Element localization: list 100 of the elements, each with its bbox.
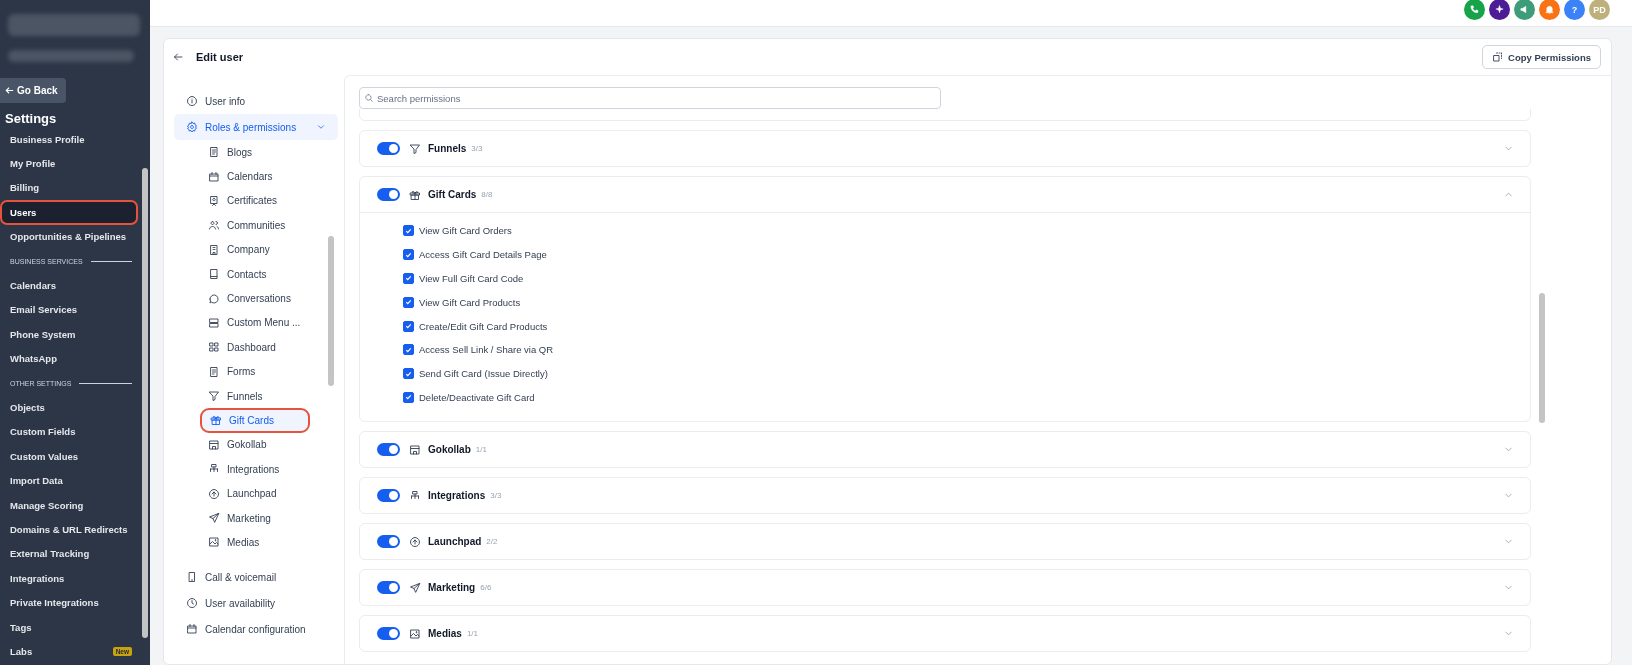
section-title: Funnels	[428, 143, 467, 154]
permission-nav-item[interactable]: Certificates	[200, 188, 310, 214]
permission-nav-item[interactable]: Medias	[200, 530, 310, 555]
copy-permissions-button[interactable]: Copy Permissions	[1482, 45, 1601, 69]
permission-nav-item[interactable]: Marketing	[200, 505, 310, 531]
sidebar-item[interactable]: WhatsApp	[0, 346, 138, 371]
permission-nav-item[interactable]: Contacts	[200, 261, 310, 287]
permission-count: 2/2	[486, 537, 498, 547]
toggle-switch[interactable]	[377, 581, 400, 595]
calendar-icon	[186, 623, 198, 635]
section-title: Marketing	[428, 582, 476, 594]
permission-nav-item[interactable]: Integrations	[200, 457, 310, 482]
permission-nav-item[interactable]: Blogs	[200, 140, 310, 165]
settings-icon	[186, 121, 198, 133]
image-icon	[409, 627, 421, 640]
checkbox[interactable]	[403, 249, 414, 261]
permission-count: 3/3	[490, 491, 502, 501]
sidebar-item[interactable]: Users	[0, 200, 138, 225]
sidebar-item[interactable]: Calendars	[0, 273, 138, 298]
nav-item[interactable]: Calendar configuration	[174, 616, 344, 642]
permission-nav-item[interactable]: Funnels	[200, 383, 310, 409]
checkbox[interactable]	[403, 273, 414, 284]
checkbox[interactable]	[403, 225, 414, 237]
certificate-icon	[208, 194, 220, 207]
chat-icon	[208, 292, 220, 305]
nav-item[interactable]: User availability	[174, 590, 344, 616]
permission-nav-item[interactable]: Gift Cards	[200, 408, 310, 433]
go-back-button[interactable]: Go Back	[0, 78, 66, 103]
sidebar-item[interactable]: Custom Values	[0, 444, 138, 469]
toggle-switch[interactable]	[377, 443, 400, 457]
header-action-button[interactable]: ?	[1564, 0, 1585, 20]
checkbox[interactable]	[403, 368, 414, 380]
nav-item[interactable]: Roles & permissions	[174, 114, 338, 140]
scrollbar[interactable]	[328, 236, 334, 386]
search-icon	[364, 93, 374, 103]
permission-count: 6/6	[480, 583, 492, 593]
permission-label: Create/Edit Gift Card Products	[419, 320, 548, 332]
grid-icon	[208, 341, 220, 354]
sidebar-item[interactable]: Custom Fields	[0, 419, 138, 445]
funnel-icon	[409, 142, 421, 155]
clock-icon	[186, 597, 198, 609]
sidebar-item[interactable]: Objects	[0, 395, 138, 420]
back-arrow-icon	[4, 85, 15, 96]
layers-icon	[208, 316, 220, 329]
copy-icon	[1492, 51, 1505, 63]
sidebar-item[interactable]: Email Services	[0, 297, 138, 323]
permission-nav-item[interactable]: Communities	[200, 213, 310, 238]
toggle-switch[interactable]	[377, 535, 400, 549]
sidebar-item[interactable]: Tags	[0, 614, 138, 640]
permission-count: 3/3	[471, 144, 483, 153]
header-action-button[interactable]	[1489, 0, 1510, 20]
toggle-switch[interactable]	[377, 627, 400, 641]
toggle-switch[interactable]	[377, 188, 400, 201]
sidebar-item[interactable]: Billing	[0, 175, 138, 201]
search-field[interactable]: Search permissions	[359, 87, 941, 109]
gift-icon	[210, 414, 222, 427]
permission-label: Delete/Deactivate Gift Card	[419, 391, 535, 403]
sidebar-item[interactable]: Phone System	[0, 322, 138, 347]
sidebar-item[interactable]: Private Integrations	[0, 590, 138, 615]
permission-nav-item[interactable]: Gokollab	[200, 432, 310, 458]
image-icon	[208, 536, 220, 549]
sidebar-item[interactable]: My Profile	[0, 151, 138, 176]
sidebar-item[interactable]: Business Profile	[0, 127, 138, 152]
form-icon	[208, 365, 220, 378]
toggle-switch[interactable]	[377, 142, 400, 155]
checkbox[interactable]	[403, 296, 414, 308]
book-icon	[208, 268, 220, 281]
store-icon	[208, 438, 220, 451]
permission-nav-item[interactable]: Conversations	[200, 286, 310, 311]
permission-nav-item[interactable]: Forms	[200, 359, 310, 384]
permission-nav-item[interactable]: Dashboard	[200, 335, 310, 360]
store-icon	[409, 443, 421, 456]
sidebar-item[interactable]: Opportunities & Pipelines	[0, 224, 138, 249]
sidebar-item[interactable]: Manage Scoring	[0, 492, 138, 518]
back-arrow-icon[interactable]	[172, 51, 184, 63]
toggle-switch[interactable]	[377, 489, 400, 503]
permission-count: 1/1	[466, 629, 479, 639]
permission-nav-item[interactable]: Company	[200, 237, 310, 262]
gift-icon	[409, 188, 421, 201]
sidebar-item[interactable]: Import Data	[0, 468, 138, 493]
sidebar-item[interactable]: External Tracking	[0, 541, 138, 567]
permission-label: Send Gift Card (Issue Directly)	[419, 368, 548, 380]
funnel-icon	[208, 390, 220, 403]
phone-icon	[186, 571, 198, 583]
sparkle-icon	[1494, 4, 1505, 15]
sidebar-item[interactable]: Integrations	[0, 566, 138, 591]
nav-item[interactable]: User info	[174, 88, 344, 114]
permission-nav-item[interactable]: Custom Menu ...	[200, 310, 310, 336]
section-title: Gift Cards	[428, 189, 477, 200]
permission-nav-item[interactable]: Launchpad	[200, 481, 310, 506]
checkbox[interactable]	[403, 320, 414, 332]
permission-nav-item[interactable]: Calendars	[200, 164, 310, 189]
checkbox[interactable]	[403, 391, 414, 403]
nav-item[interactable]: Call & voicemail	[174, 564, 344, 590]
scrollbar[interactable]	[1539, 293, 1545, 423]
sidebar-item[interactable]: Domains & URL Redirects	[0, 517, 138, 542]
checkbox[interactable]	[403, 344, 414, 356]
sidebar-title: Settings	[5, 111, 58, 126]
paper-plane-icon	[208, 512, 220, 525]
scrollbar[interactable]	[142, 168, 148, 638]
